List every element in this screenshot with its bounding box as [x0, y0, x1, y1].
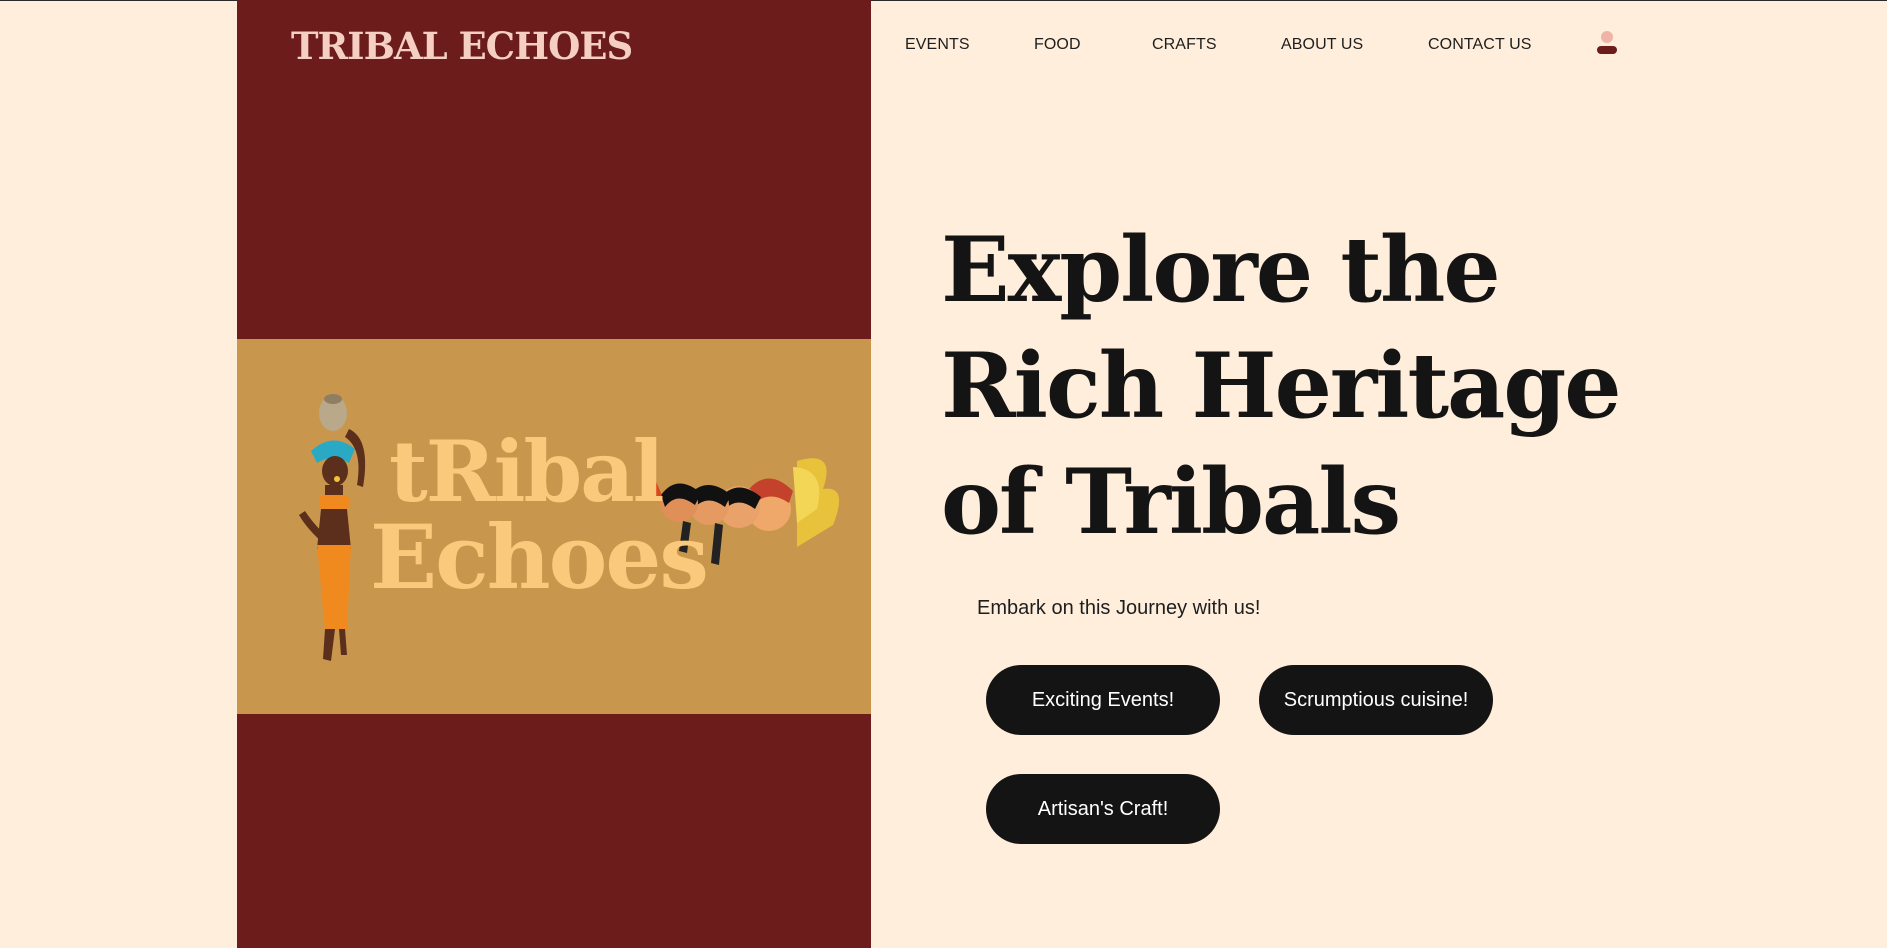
cuisine-button[interactable]: Scrumptious cuisine! [1259, 665, 1493, 735]
hero-title-line: Explore the [941, 217, 1501, 323]
nav-item-contact-us[interactable]: CONTACT US [1428, 36, 1532, 54]
hero-title: Explore the Rich Heritage of Tribals [941, 212, 1641, 560]
hero-banner: tRibal Echoes [237, 339, 871, 714]
hero-title-line: Rich Heritage [941, 333, 1622, 439]
nav-item-about-us[interactable]: ABOUT US [1281, 36, 1363, 54]
nav-item-food[interactable]: FOOD [1034, 36, 1081, 54]
left-panel: TRIBAL ECHOES tRibal Echoes [237, 0, 871, 948]
woman-figure-icon [299, 394, 366, 661]
crafts-button[interactable]: Artisan's Craft! [986, 774, 1220, 844]
banner-logo-line2: Echoes [370, 505, 709, 609]
user-icon[interactable] [1596, 30, 1618, 56]
events-button[interactable]: Exciting Events! [986, 665, 1220, 735]
brand-logo[interactable]: TRIBAL ECHOES [291, 24, 633, 68]
hero-title-line: of Tribals [941, 449, 1401, 555]
nav-item-crafts[interactable]: CRAFTS [1152, 36, 1217, 54]
nav-item-events[interactable]: EVENTS [905, 36, 970, 54]
hero-tagline: Embark on this Journey with us! [977, 597, 1261, 619]
